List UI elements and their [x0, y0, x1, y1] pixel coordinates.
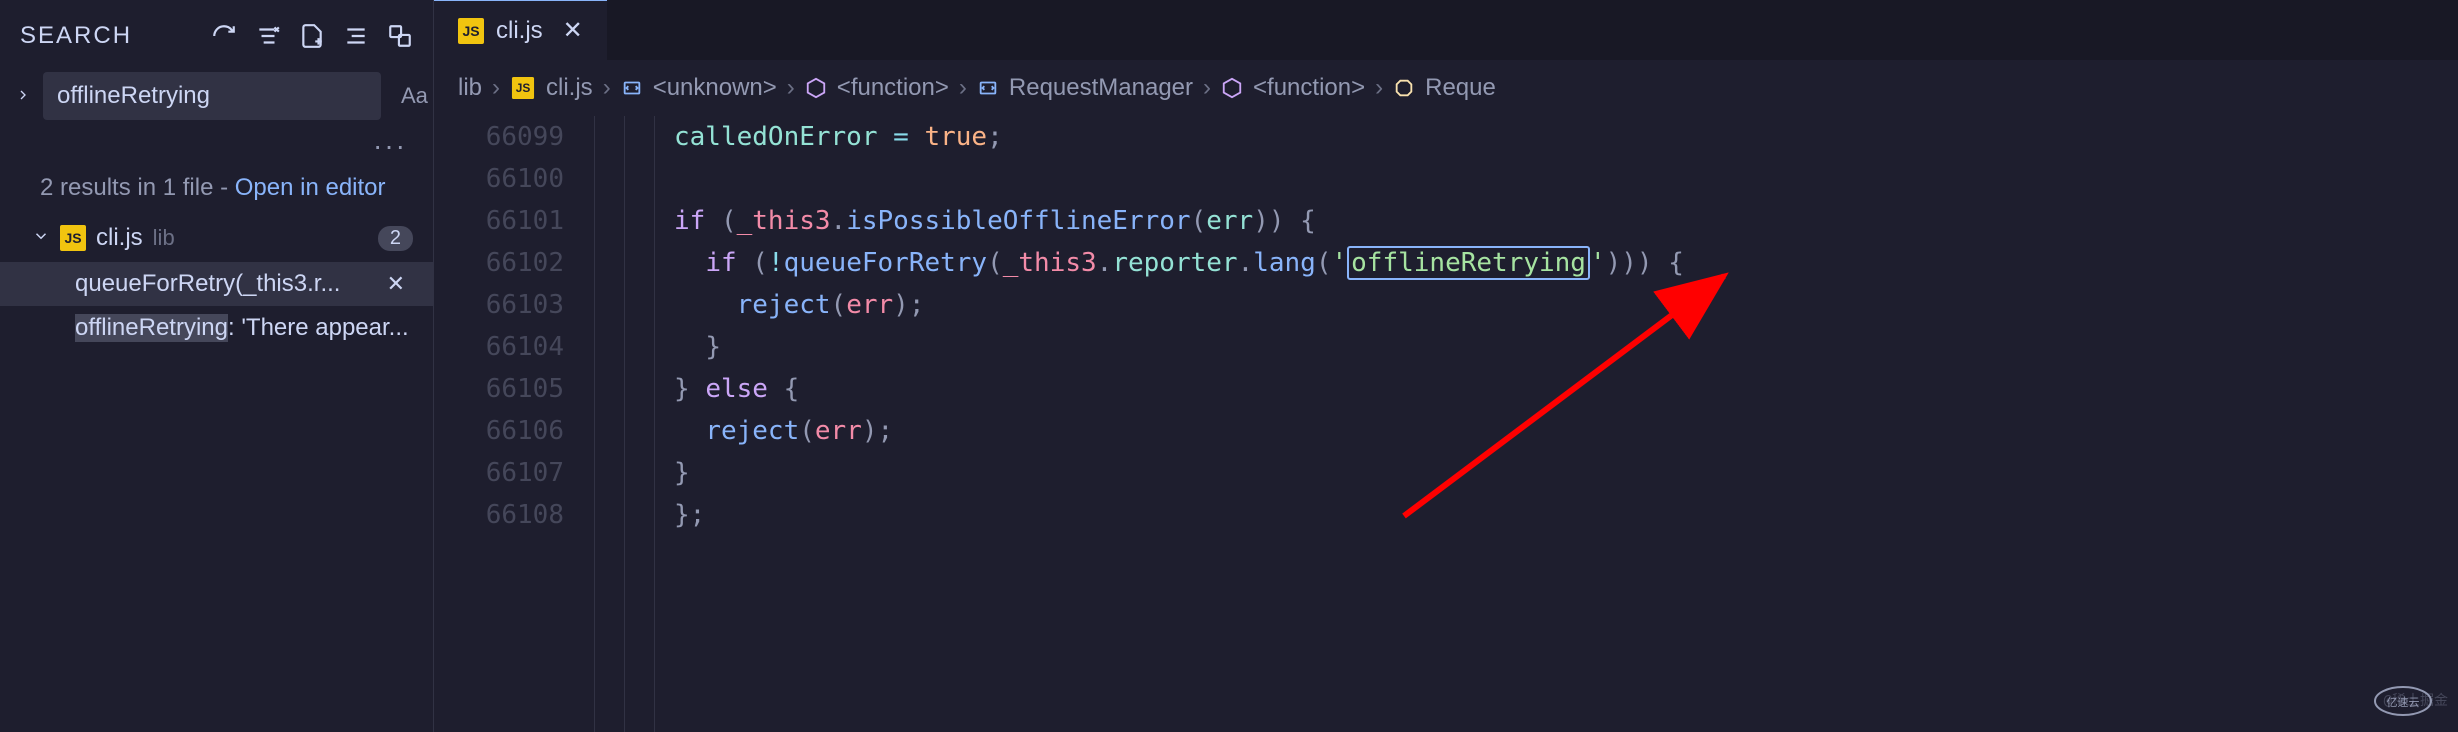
js-file-icon: JS [512, 77, 534, 99]
breadcrumb-part[interactable]: RequestManager [1009, 74, 1193, 102]
module-icon [977, 77, 999, 99]
search-header: SEARCH [0, 10, 433, 62]
new-search-editor-icon[interactable] [299, 23, 325, 49]
editor-area: JS cli.js ✕ lib › JS cli.js › <unknown> … [434, 0, 2458, 732]
indent-guides [594, 116, 674, 732]
breadcrumb-separator: › [603, 74, 611, 102]
clear-search-icon[interactable] [255, 23, 281, 49]
line-number: 66099 [434, 116, 564, 158]
breadcrumb-part[interactable]: Reque [1425, 74, 1496, 102]
line-number: 66103 [434, 284, 564, 326]
close-tab-icon[interactable]: ✕ [563, 16, 583, 45]
refresh-icon[interactable] [211, 23, 237, 49]
dismiss-result-icon[interactable]: ✕ [379, 271, 413, 297]
code-line[interactable]: if (_this3.isPossibleOfflineError(err)) … [674, 200, 2458, 242]
expand-search-chevron-icon[interactable] [15, 83, 31, 109]
breadcrumb[interactable]: lib › JS cli.js › <unknown> › <function>… [434, 60, 2458, 116]
result-text: queueForRetry(_this3.r... [75, 270, 379, 298]
results-count-text: 2 results in 1 file - [40, 174, 235, 201]
search-result-line[interactable]: offlineRetrying: 'There appear... [0, 306, 433, 350]
line-number: 66107 [434, 452, 564, 494]
breadcrumb-part[interactable]: cli.js [546, 74, 593, 102]
function-icon [1221, 77, 1243, 99]
search-sidebar: SEARCH Aa ab .* ··· 2 results in 1 fil [0, 0, 434, 732]
tab-filename: cli.js [496, 17, 543, 45]
search-input-row: Aa ab .* [0, 62, 433, 130]
file-name: cli.js [96, 224, 143, 252]
file-match-count: 2 [378, 226, 413, 251]
case-sensitive-toggle[interactable]: Aa [393, 77, 436, 115]
line-number: 66106 [434, 410, 564, 452]
breadcrumb-separator: › [787, 74, 795, 102]
js-file-icon: JS [60, 225, 86, 251]
breadcrumb-part[interactable]: <function> [837, 74, 949, 102]
line-number: 66100 [434, 158, 564, 200]
js-file-icon: JS [458, 18, 484, 44]
function-icon [805, 77, 827, 99]
breadcrumb-separator: › [1375, 74, 1383, 102]
module-icon [621, 77, 643, 99]
method-icon [1393, 77, 1415, 99]
cloud-logo: 亿速云 [2368, 676, 2438, 726]
toggle-details-icon[interactable]: ··· [0, 130, 433, 162]
code-line[interactable]: } else { [674, 368, 2458, 410]
editor-content[interactable]: 6609966100661016610266103661046610566106… [434, 116, 2458, 732]
breadcrumb-separator: › [1203, 74, 1211, 102]
code-line[interactable]: reject(err); [674, 410, 2458, 452]
editor-tab[interactable]: JS cli.js ✕ [434, 0, 607, 60]
result-text: offlineRetrying: 'There appear... [75, 314, 413, 342]
collapse-icon[interactable] [387, 23, 413, 49]
line-numbers-gutter: 6609966100661016610266103661046610566106… [434, 116, 594, 732]
breadcrumb-part[interactable]: <unknown> [653, 74, 777, 102]
line-number: 66105 [434, 368, 564, 410]
view-tree-icon[interactable] [343, 23, 369, 49]
open-in-editor-link[interactable]: Open in editor [235, 174, 386, 201]
line-number: 66104 [434, 326, 564, 368]
file-result-header[interactable]: JS cli.js lib 2 [0, 214, 433, 262]
code-line[interactable]: calledOnError = true; [674, 116, 2458, 158]
svg-text:亿速云: 亿速云 [2387, 696, 2420, 709]
breadcrumb-part[interactable]: <function> [1253, 74, 1365, 102]
tab-bar: JS cli.js ✕ [434, 0, 2458, 60]
breadcrumb-separator: › [492, 74, 500, 102]
search-result-line[interactable]: queueForRetry(_this3.r... ✕ [0, 262, 433, 306]
breadcrumb-separator: › [959, 74, 967, 102]
collapse-file-chevron-icon[interactable] [32, 225, 50, 251]
code-line[interactable] [674, 158, 2458, 200]
line-number: 66102 [434, 242, 564, 284]
code-line[interactable]: reject(err); [674, 284, 2458, 326]
code-line[interactable]: if (!queueForRetry(_this3.reporter.lang(… [674, 242, 2458, 284]
search-title: SEARCH [20, 22, 193, 50]
code-line[interactable]: } [674, 326, 2458, 368]
code-line[interactable]: }; [674, 494, 2458, 536]
breadcrumb-part[interactable]: lib [458, 74, 482, 102]
line-number: 66108 [434, 494, 564, 536]
code-area[interactable]: calledOnError = true; if (_this3.isPossib… [674, 116, 2458, 732]
line-number: 66101 [434, 200, 564, 242]
search-input[interactable] [43, 72, 381, 120]
file-path: lib [153, 225, 368, 251]
results-summary: 2 results in 1 file - Open in editor [0, 162, 433, 214]
code-line[interactable]: } [674, 452, 2458, 494]
